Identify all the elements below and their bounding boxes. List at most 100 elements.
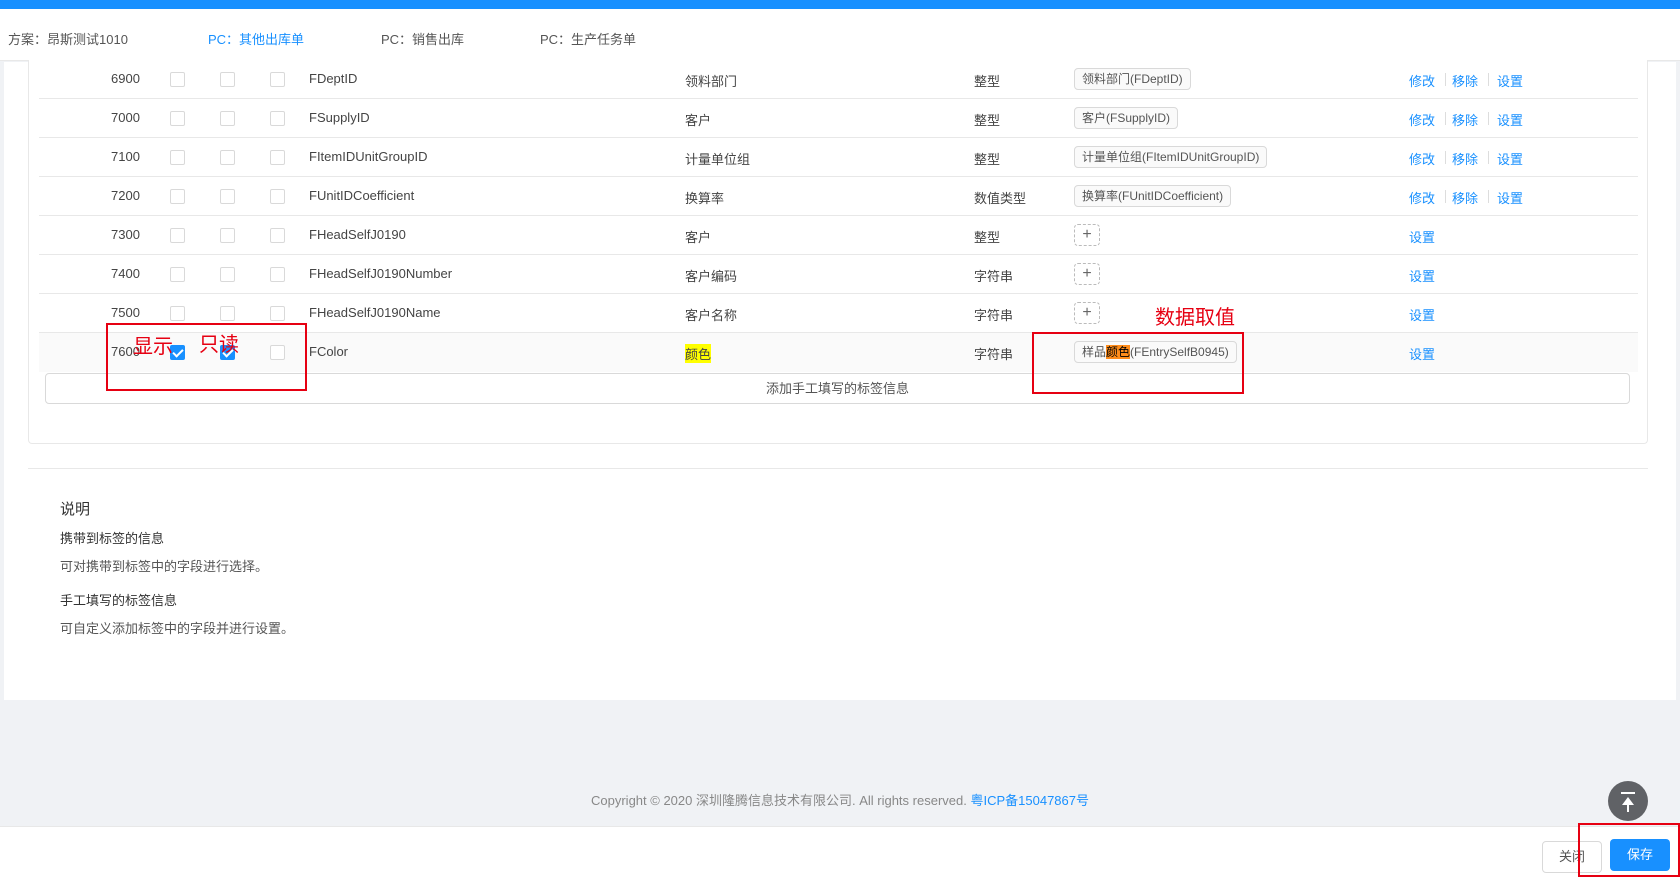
row-seq: 7000 xyxy=(111,110,140,125)
description-section2-text: 可自定义添加标签中的字段并进行设置。 xyxy=(60,621,295,636)
row-action-edit[interactable]: 修改 xyxy=(1409,71,1435,90)
row-action-settings[interactable]: 设置 xyxy=(1409,227,1435,246)
tab-production-task[interactable]: PC：生产任务单 xyxy=(540,29,636,48)
row-seq: 7400 xyxy=(111,266,140,281)
row-value-tag[interactable]: 计量单位组(FItemIDUnitGroupID) xyxy=(1074,146,1268,168)
action-separator xyxy=(1445,151,1446,164)
option-checkbox[interactable] xyxy=(270,150,285,165)
tab-scheme[interactable]: 方案：昂斯测试1010 xyxy=(8,29,128,48)
action-separator xyxy=(1488,73,1489,86)
show-checkbox[interactable] xyxy=(170,150,185,165)
row-field-code: FUnitIDCoefficient xyxy=(309,188,415,203)
footer: Copyright © 2020 深圳隆腾信息技术有限公司. All right… xyxy=(0,790,1680,809)
plus-icon[interactable]: + xyxy=(1074,263,1100,285)
icp-link[interactable]: 粤ICP备15047867号 xyxy=(970,793,1089,808)
row-field-name: 计量单位组 xyxy=(685,152,751,167)
row-action-edit[interactable]: 修改 xyxy=(1409,149,1435,168)
row-field-type: 整型 xyxy=(974,113,1001,128)
row-field-code: FDeptID xyxy=(309,71,358,86)
back-to-top-icon[interactable] xyxy=(1608,781,1648,821)
row-field-name: 领料部门 xyxy=(685,74,738,89)
row-field-code: FItemIDUnitGroupID xyxy=(309,149,428,164)
row-action-settings[interactable]: 设置 xyxy=(1409,305,1435,324)
action-separator xyxy=(1488,151,1489,164)
show-checkbox[interactable] xyxy=(170,267,185,282)
row-field-code: FColor xyxy=(309,344,349,359)
row-field-type: 字符串 xyxy=(974,308,1014,323)
row-seq: 6900 xyxy=(111,71,140,86)
row-field-code: FHeadSelfJ0190 xyxy=(309,227,406,242)
row-field-name: 客户 xyxy=(685,113,712,128)
option-checkbox[interactable] xyxy=(270,111,285,126)
description-section1-title: 携带到标签的信息 xyxy=(60,531,165,546)
show-checkbox[interactable] xyxy=(170,189,185,204)
row-action-remove[interactable]: 移除 xyxy=(1452,110,1478,129)
description-section2-title: 手工填写的标签信息 xyxy=(60,593,178,608)
row-action-edit[interactable]: 修改 xyxy=(1409,110,1435,129)
action-separator xyxy=(1445,190,1446,203)
show-checkbox[interactable] xyxy=(170,306,185,321)
tab-bar: 方案：昂斯测试1010 PC：其他出库单 PC：销售出库 PC：生产任务单 xyxy=(0,9,1680,61)
row-field-name: 客户名称 xyxy=(685,308,738,323)
option-checkbox[interactable] xyxy=(270,267,285,282)
action-separator xyxy=(1488,190,1489,203)
divider xyxy=(28,468,1648,469)
row-action-settings[interactable]: 设置 xyxy=(1497,71,1523,90)
row-action-remove[interactable]: 移除 xyxy=(1452,71,1478,90)
annotation-readonly-label: 只读 xyxy=(199,334,239,356)
readonly-checkbox[interactable] xyxy=(220,228,235,243)
readonly-checkbox[interactable] xyxy=(220,267,235,282)
row-field-name: 客户 xyxy=(685,230,712,245)
table-row: 7000 FSupplyID 客户 整型 客户(FSupplyID) 修改 移除 设置 xyxy=(39,99,1638,138)
row-field-name: 颜色 xyxy=(685,344,712,363)
show-checkbox[interactable] xyxy=(170,228,185,243)
row-seq: 7500 xyxy=(111,305,140,320)
row-field-type: 字符串 xyxy=(974,269,1014,284)
row-field-name: 客户编码 xyxy=(685,269,738,284)
top-accent-bar xyxy=(0,0,1680,9)
option-checkbox[interactable] xyxy=(270,228,285,243)
show-checkbox[interactable] xyxy=(170,111,185,126)
row-action-settings[interactable]: 设置 xyxy=(1409,266,1435,285)
tab-sales-outbound[interactable]: PC：销售出库 xyxy=(381,29,464,48)
plus-icon[interactable]: + xyxy=(1074,302,1100,324)
table-row: 7100 FItemIDUnitGroupID 计量单位组 整型 计量单位组(FItem… xyxy=(39,138,1638,177)
row-action-settings[interactable]: 设置 xyxy=(1497,149,1523,168)
action-separator xyxy=(1445,73,1446,86)
annotation-show-label: 显示 xyxy=(133,336,173,358)
row-action-settings[interactable]: 设置 xyxy=(1497,188,1523,207)
action-separator xyxy=(1445,112,1446,125)
row-field-code: FSupplyID xyxy=(309,110,370,125)
copyright-text: Copyright © 2020 深圳隆腾信息技术有限公司. All right… xyxy=(591,793,967,808)
option-checkbox[interactable] xyxy=(270,306,285,321)
row-value-tag[interactable]: 领料部门(FDeptID) xyxy=(1074,68,1191,90)
description-title: 说明 xyxy=(60,501,91,518)
table-row: 7200 FUnitIDCoefficient 换算率 数值类型 换算率(FUnitID… xyxy=(39,177,1638,216)
row-field-code: FHeadSelfJ0190Number xyxy=(309,266,453,281)
row-action-remove[interactable]: 移除 xyxy=(1452,188,1478,207)
annotation-data-value-label: 数据取值 xyxy=(1155,307,1235,329)
row-field-type: 整型 xyxy=(974,152,1001,167)
row-action-remove[interactable]: 移除 xyxy=(1452,149,1478,168)
readonly-checkbox[interactable] xyxy=(220,150,235,165)
annotation-box-save xyxy=(1578,823,1680,877)
option-checkbox[interactable] xyxy=(270,189,285,204)
row-action-edit[interactable]: 修改 xyxy=(1409,188,1435,207)
tab-other-outbound[interactable]: PC：其他出库单 xyxy=(208,29,304,48)
row-action-settings[interactable]: 设置 xyxy=(1409,344,1435,363)
readonly-checkbox[interactable] xyxy=(220,189,235,204)
row-value-tag[interactable]: 换算率(FUnitIDCoefficient) xyxy=(1074,185,1232,207)
readonly-checkbox[interactable] xyxy=(220,306,235,321)
readonly-checkbox[interactable] xyxy=(220,72,235,87)
row-field-type: 整型 xyxy=(974,230,1001,245)
row-seq: 7300 xyxy=(111,227,140,242)
plus-icon[interactable]: + xyxy=(1074,224,1100,246)
row-value-tag[interactable]: 客户(FSupplyID) xyxy=(1074,107,1179,129)
annotation-box-data-value xyxy=(1032,332,1244,394)
readonly-checkbox[interactable] xyxy=(220,111,235,126)
table-row: 7300 FHeadSelfJ0190 客户 整型 + 设置 xyxy=(39,216,1638,255)
show-checkbox[interactable] xyxy=(170,72,185,87)
row-action-settings[interactable]: 设置 xyxy=(1497,110,1523,129)
option-checkbox[interactable] xyxy=(270,72,285,87)
table-row: 6900 FDeptID 领料部门 整型 领料部门(FDeptID) 修改 移除 设置 xyxy=(39,60,1638,99)
